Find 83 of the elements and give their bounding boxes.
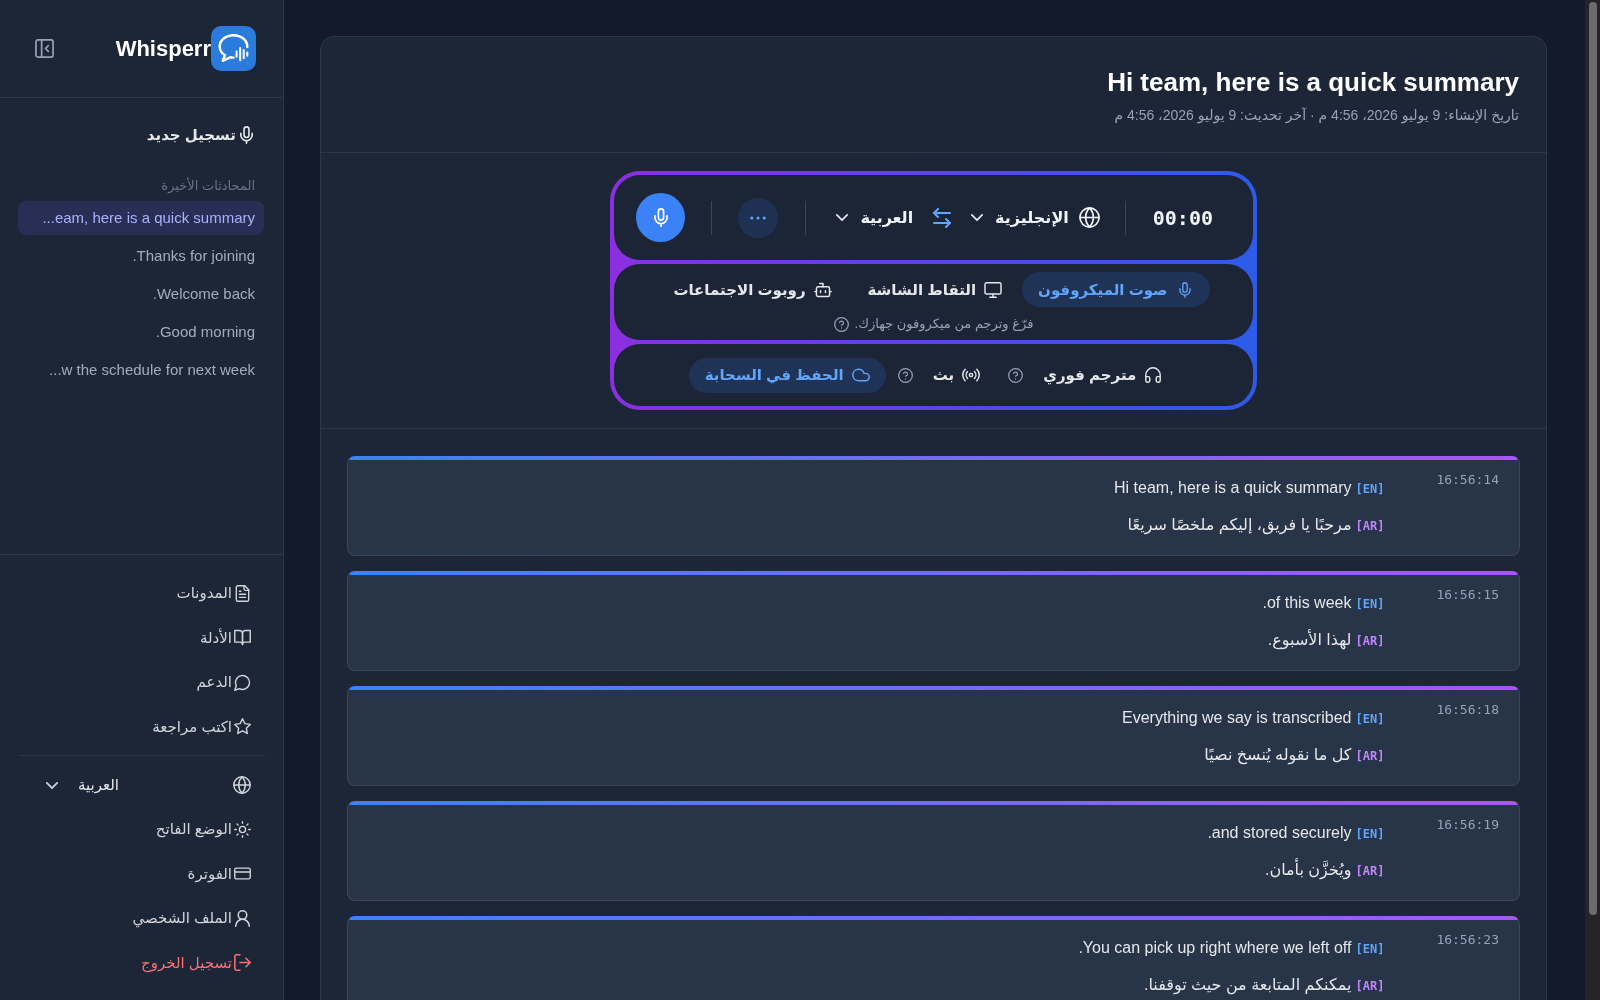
conversation-title: Hi team, here is a quick summary [1106, 66, 1519, 99]
logout-icon [234, 954, 251, 972]
nav-link[interactable]: الأدلة [0, 615, 283, 660]
swap-arrows-icon[interactable] [933, 207, 952, 228]
timestamp: 16:56:19 [1436, 816, 1499, 834]
conversation-item[interactable]: .Good morning [18, 315, 264, 349]
user-icon [234, 909, 251, 927]
language-select[interactable]: العربية [46, 776, 119, 794]
language-tag: [AR] [1355, 514, 1385, 538]
speech-bubble-icon [234, 673, 251, 691]
star-icon [234, 718, 251, 736]
transcript-text: مرحبًا يا فريق، إليكم ملخصًا سريعًا [1127, 515, 1352, 537]
timestamp: 16:56:18 [1436, 701, 1499, 719]
transcript-text: .You can pick up right where we left off [1078, 938, 1352, 958]
chevron-down-icon [836, 214, 849, 221]
robot-icon [813, 281, 832, 298]
globe-icon [233, 776, 251, 794]
language-tag: [EN] [1355, 822, 1385, 846]
microphone-icon [653, 208, 668, 227]
transcript-text: Hi team, here is a quick summary [1114, 478, 1352, 498]
help-icon[interactable] [897, 367, 913, 383]
book-icon [234, 629, 251, 647]
conversation-item[interactable]: ...w the schedule for next week [18, 353, 264, 387]
ellipsis-icon [750, 215, 767, 220]
globe-icon [1078, 207, 1100, 228]
transcript-text: .and stored securely [1207, 823, 1352, 843]
record-button[interactable] [636, 193, 686, 242]
help-icon[interactable] [833, 316, 849, 332]
timestamp: 16:56:15 [1436, 586, 1499, 604]
sun-icon [234, 820, 251, 838]
nav-link[interactable]: الفوترة [0, 851, 283, 896]
timestamp: 16:56:23 [1436, 931, 1499, 949]
language-tag: [AR] [1355, 859, 1385, 883]
transcript-text: ويُخزَّن بأمان. [1264, 858, 1352, 882]
logo-text: Whisperr [115, 35, 211, 62]
conversation-item[interactable]: .Thanks for joining [18, 239, 264, 273]
hint-text: فرّغ وترجم من ميكروفون جهازك. [854, 315, 1034, 333]
transcript-text: يمكنكم المتابعة من حيث توقفنا. [1144, 975, 1352, 997]
nav-link[interactable]: الدعم [0, 660, 283, 705]
language-tag: [AR] [1355, 974, 1385, 998]
nav-link[interactable]: اكتب مراجعة [0, 704, 283, 749]
recording-timer: 00:00 [1152, 205, 1213, 230]
section-heading: المحادثات الأخيرة [160, 178, 255, 194]
transcript-text: كل ما نقوله يُنسخ نصيًا [1204, 745, 1352, 767]
monitor-icon [984, 281, 1003, 298]
document-icon [234, 584, 251, 602]
credit-card-icon [234, 865, 251, 883]
broadcast-icon [962, 367, 981, 383]
scrollbar-thumb[interactable] [1589, 2, 1597, 915]
language-tag: [EN] [1355, 592, 1385, 616]
option-toggle[interactable]: بث [916, 357, 997, 393]
timestamp: 16:56:14 [1436, 471, 1499, 489]
cloud-icon [851, 367, 870, 383]
chat-bubble-logo-icon [211, 26, 256, 71]
option-toggle[interactable]: الحفظ في السحابة [688, 357, 886, 393]
new-recording-button[interactable]: تسجيل جديد [18, 117, 265, 153]
language-tag: [EN] [1355, 477, 1385, 501]
chevron-down-icon [971, 214, 984, 221]
target-language-select[interactable]: العربية [836, 208, 914, 227]
transcript-text: لهذا الأسبوع. [1267, 628, 1352, 652]
language-tag: [AR] [1355, 629, 1385, 653]
conversation-item[interactable]: .Welcome back [18, 277, 264, 311]
language-tag: [AR] [1355, 744, 1385, 768]
nav-link[interactable]: الوضع الفاتح [0, 807, 283, 852]
source-language-select[interactable]: الإنجليزية [971, 207, 1100, 228]
nav-link[interactable]: الملف الشخصي [0, 896, 283, 941]
nav-link[interactable]: تسجيل الخروج [0, 940, 283, 985]
language-tag: [EN] [1355, 937, 1385, 961]
conversation-meta: تاريخ الإنشاء: 9 يوليو 2026، 4:56 م · آخر تحديث: 9 يوليو 2026، 4:56 م [1113, 106, 1519, 125]
transcript-text: .of this week [1262, 593, 1352, 613]
chevron-down-icon [46, 781, 58, 789]
headphones-icon [1144, 367, 1163, 383]
help-icon[interactable] [1008, 367, 1024, 383]
conversation-item[interactable]: ...eam, here is a quick summary [18, 201, 264, 235]
language-tag: [EN] [1355, 707, 1385, 731]
microphone-icon [240, 126, 253, 144]
source-tab[interactable]: روبوت الاجتماعات [657, 272, 848, 307]
sidebar-collapse-icon[interactable] [35, 39, 54, 58]
nav-link[interactable]: المدونات [0, 571, 283, 616]
transcript-text: Everything we say is transcribed [1122, 708, 1352, 728]
source-tab[interactable]: التقاط الشاشة [851, 272, 1019, 307]
source-tab[interactable]: صوت الميكروفون [1022, 272, 1210, 307]
option-toggle[interactable]: مترجم فوري [1027, 357, 1179, 393]
